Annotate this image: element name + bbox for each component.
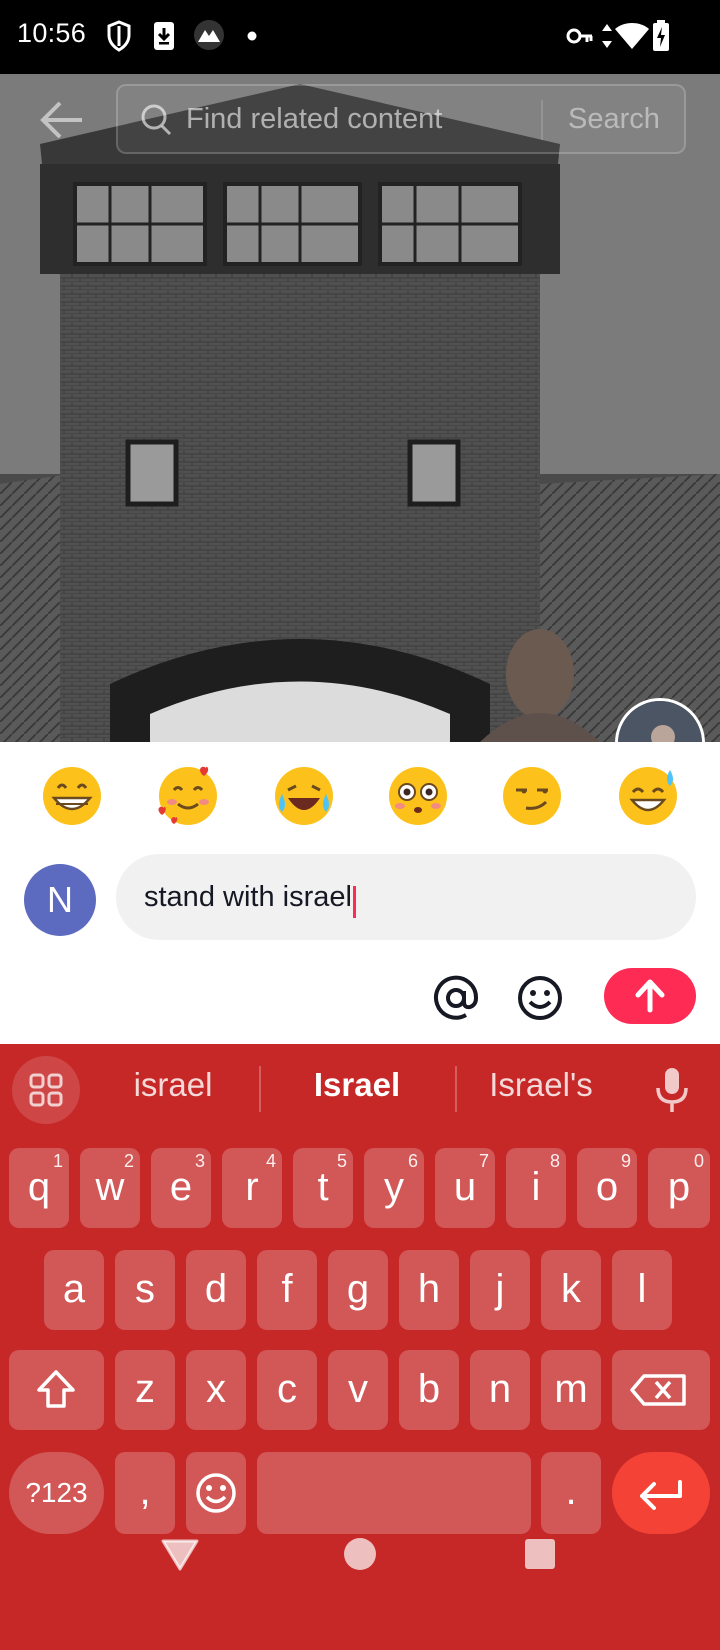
key-hint: 4 xyxy=(265,1151,276,1171)
key-s[interactable]: s xyxy=(115,1250,175,1330)
system-nav-bar xyxy=(0,1510,720,1650)
search-divider xyxy=(541,100,543,140)
key-n[interactable]: n xyxy=(470,1350,530,1430)
nav-home-icon[interactable] xyxy=(342,1536,378,1572)
key-x[interactable]: x xyxy=(186,1350,246,1430)
quick-emoji[interactable] xyxy=(40,764,104,828)
suggestion-1[interactable]: israel xyxy=(88,1066,258,1104)
search-button[interactable]: Search xyxy=(568,103,660,136)
key-e[interactable]: e3 xyxy=(151,1148,211,1228)
nav-back-icon[interactable] xyxy=(160,1538,200,1572)
key-v[interactable]: v xyxy=(328,1350,388,1430)
key-label: i xyxy=(531,1165,541,1209)
key-label: p xyxy=(667,1165,691,1209)
key-label: r xyxy=(245,1165,259,1209)
key-hint: 7 xyxy=(478,1151,489,1171)
key-label: t xyxy=(317,1165,329,1209)
key-d[interactable]: d xyxy=(186,1250,246,1330)
key-hint: 0 xyxy=(693,1151,704,1171)
key-l[interactable]: l xyxy=(612,1250,672,1330)
key-hint: 3 xyxy=(194,1151,205,1171)
microphone-icon[interactable] xyxy=(652,1066,692,1114)
key-hint: 8 xyxy=(549,1151,560,1171)
key-u[interactable]: u7 xyxy=(435,1148,495,1228)
text-cursor xyxy=(352,885,356,918)
key-r[interactable]: r4 xyxy=(222,1148,282,1228)
key-j[interactable]: j xyxy=(470,1250,530,1330)
key-o[interactable]: o9 xyxy=(577,1148,637,1228)
key-t[interactable]: t5 xyxy=(293,1148,353,1228)
grid-icon xyxy=(29,1073,63,1107)
key-g[interactable]: g xyxy=(328,1250,388,1330)
key-h[interactable]: h xyxy=(399,1250,459,1330)
quick-emoji[interactable] xyxy=(272,764,336,828)
key-hint: 1 xyxy=(52,1151,63,1171)
suggestion-2[interactable]: Israel xyxy=(272,1066,442,1104)
key-icon xyxy=(566,28,593,44)
keyboard-menu-button[interactable] xyxy=(12,1056,80,1124)
search-placeholder: Find related content xyxy=(186,103,443,135)
quick-emoji[interactable] xyxy=(386,764,450,828)
key-w[interactable]: w2 xyxy=(80,1148,140,1228)
key-c[interactable]: c xyxy=(257,1350,317,1430)
arrow-up-icon xyxy=(635,979,665,1013)
download-icon xyxy=(154,22,174,50)
key-hint: 2 xyxy=(123,1151,134,1171)
shift-icon xyxy=(37,1370,75,1408)
comment-panel: N stand with israel xyxy=(0,742,720,1044)
backspace-icon xyxy=(630,1374,686,1406)
backspace-key[interactable] xyxy=(612,1350,710,1430)
video-player[interactable] xyxy=(0,74,720,742)
key-f[interactable]: f xyxy=(257,1250,317,1330)
key-q[interactable]: q1 xyxy=(9,1148,69,1228)
back-arrow-icon[interactable] xyxy=(38,98,86,142)
key-hint: 6 xyxy=(407,1151,418,1171)
quick-emoji[interactable] xyxy=(616,764,680,828)
dot-icon xyxy=(247,31,257,41)
key-hint: 5 xyxy=(336,1151,347,1171)
status-bar: 10:56 xyxy=(0,0,720,74)
search-input[interactable]: Find related content Search xyxy=(116,84,686,154)
key-label: w xyxy=(95,1165,125,1209)
app-icon xyxy=(194,20,224,50)
key-y[interactable]: y6 xyxy=(364,1148,424,1228)
key-label: u xyxy=(453,1165,477,1209)
comment-input[interactable]: stand with israel xyxy=(116,854,696,940)
key-label: e xyxy=(169,1165,193,1209)
data-arrows-icon xyxy=(602,24,612,48)
key-i[interactable]: i8 xyxy=(506,1148,566,1228)
key-p[interactable]: p0 xyxy=(648,1148,710,1228)
key-a[interactable]: a xyxy=(44,1250,104,1330)
video-frame-image xyxy=(0,74,720,742)
emoji-picker-icon[interactable] xyxy=(516,974,564,1022)
comment-text: stand with israel xyxy=(144,881,352,913)
key-m[interactable]: m xyxy=(541,1350,601,1430)
search-icon xyxy=(141,104,172,136)
post-comment-button[interactable] xyxy=(604,968,696,1024)
suggestion-3[interactable]: Israel's xyxy=(456,1066,626,1104)
key-hint: 9 xyxy=(620,1151,631,1171)
user-avatar[interactable]: N xyxy=(24,864,96,936)
quick-emoji[interactable] xyxy=(156,764,220,828)
key-label: y xyxy=(384,1165,404,1209)
suggestion-divider xyxy=(259,1066,261,1112)
key-b[interactable]: b xyxy=(399,1350,459,1430)
status-time: 10:56 xyxy=(17,18,87,48)
battery-charging-icon xyxy=(653,20,669,51)
key-label: o xyxy=(595,1165,619,1209)
shift-key[interactable] xyxy=(9,1350,104,1430)
quick-emoji-row xyxy=(0,764,720,834)
search-bar-row: Find related content Search xyxy=(0,84,720,156)
nav-recents-icon[interactable] xyxy=(524,1538,556,1570)
mention-icon[interactable] xyxy=(432,974,480,1022)
shield-icon xyxy=(107,20,131,52)
key-k[interactable]: k xyxy=(541,1250,601,1330)
key-label: q xyxy=(27,1165,51,1209)
wifi-icon xyxy=(615,23,649,49)
quick-emoji[interactable] xyxy=(500,764,564,828)
key-z[interactable]: z xyxy=(115,1350,175,1430)
